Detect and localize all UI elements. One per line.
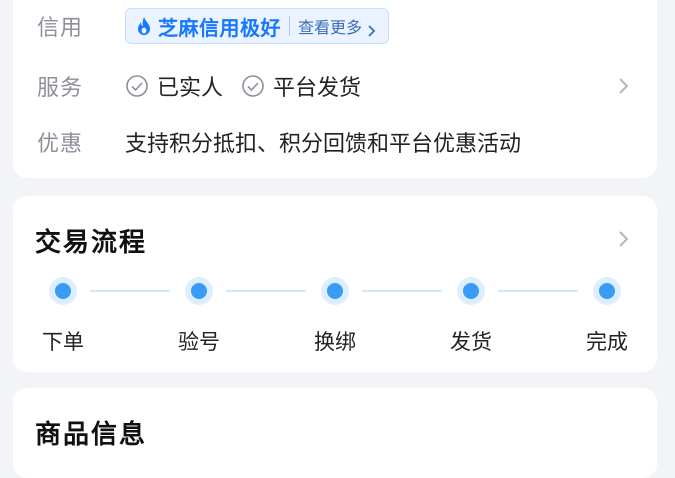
flame-icon [136, 16, 152, 36]
step-dot [593, 277, 621, 305]
step-dot [49, 277, 77, 305]
credit-badge[interactable]: 芝麻信用极好 查看更多 [125, 8, 390, 44]
step-label: 下单 [42, 330, 84, 354]
step-connector [226, 290, 306, 292]
service-item-label: 平台发货 [273, 76, 362, 101]
credit-label: 信用 [37, 16, 84, 41]
service-content: 已实人 平台发货 [125, 70, 379, 102]
discount-label: 优惠 [37, 132, 84, 157]
step-connector [498, 290, 578, 292]
check-circle-icon [125, 74, 149, 98]
discount-content: 支持积分抵扣、积分回馈和平台优惠活动 [125, 126, 521, 158]
step-label: 完成 [586, 330, 628, 354]
step-connector [362, 290, 442, 292]
process-title: 交易流程 [35, 228, 148, 258]
service-item: 已实人 [125, 70, 223, 102]
credit-badge-text: 芝麻信用极好 [158, 15, 281, 40]
chevron-right-icon [366, 19, 378, 37]
view-more-link[interactable]: 查看更多 [298, 14, 362, 38]
goods-info-card: 商品信息 [13, 388, 657, 478]
step-label: 验号 [178, 330, 220, 354]
discount-text: 支持积分抵扣、积分回馈和平台优惠活动 [125, 132, 522, 157]
service-item-label: 已实人 [157, 76, 224, 101]
service-item: 平台发货 [241, 70, 361, 102]
step-label: 发货 [450, 330, 492, 354]
trade-process-card[interactable]: 交易流程 下单 验号 换绑 发货 完成 [13, 196, 657, 372]
discount-row: 优惠 支持积分抵扣、积分回馈和平台优惠活动 [13, 122, 657, 162]
credit-content: 芝麻信用极好 查看更多 [125, 8, 390, 44]
step-dot [321, 277, 349, 305]
goods-title: 商品信息 [35, 420, 148, 450]
check-circle-icon [241, 74, 265, 98]
credit-row: 信用 芝麻信用极好 查看更多 [13, 6, 657, 46]
step-connector [90, 290, 170, 292]
step-label: 换绑 [314, 330, 356, 354]
badge-divider [289, 16, 290, 36]
step-dot [457, 277, 485, 305]
chevron-right-icon[interactable] [617, 76, 631, 96]
step-dot [185, 277, 213, 305]
service-label: 服务 [37, 76, 84, 101]
seller-info-card: 信用 芝麻信用极好 查看更多 服务 已实人 平台发货 优惠 支持积分抵扣、积分回… [13, 0, 657, 178]
service-row[interactable]: 服务 已实人 平台发货 [13, 66, 657, 106]
chevron-right-icon[interactable] [617, 229, 631, 249]
